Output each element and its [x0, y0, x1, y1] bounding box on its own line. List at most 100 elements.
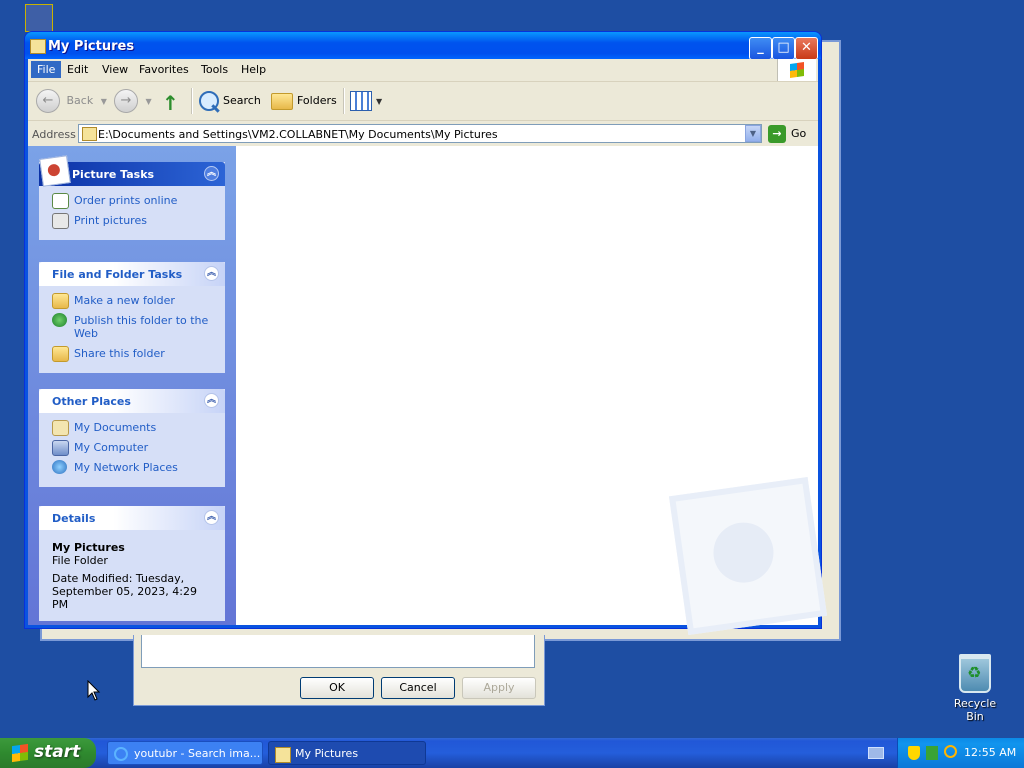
picture-tasks-title: Picture Tasks [72, 168, 155, 181]
task-pane: Picture Tasks ︽ Order prints online Prin… [28, 146, 236, 625]
task-label: Share this folder [74, 347, 165, 360]
up-folder-button[interactable]: ↑ [162, 88, 182, 115]
forward-arrow-icon: → [114, 89, 138, 113]
menu-favorites[interactable]: Favorites [139, 63, 189, 76]
menu-view[interactable]: View [102, 63, 128, 76]
task-label: Print pictures [74, 214, 147, 227]
taskbar: start youtubr - Search ima... My Picture… [0, 738, 1024, 768]
recycle-bin-shortcut[interactable]: Recycle Bin [944, 654, 1006, 723]
order-prints-icon [52, 193, 69, 209]
back-dropdown-icon[interactable]: ▼ [101, 97, 107, 106]
go-label: Go [791, 127, 807, 140]
toolbar-separator [343, 88, 345, 114]
minimize-button[interactable]: _ [749, 37, 772, 60]
publish-folder-link[interactable]: Publish this folder to the Web [52, 313, 213, 340]
menu-edit[interactable]: Edit [67, 63, 88, 76]
system-tray: 12:55 AM [897, 738, 1024, 768]
my-computer-icon [52, 440, 69, 456]
address-input[interactable]: E:\Documents and Settings\VM2.COLLABNET\… [78, 124, 762, 143]
menu-file[interactable]: File [31, 61, 62, 78]
window-title: My Pictures [48, 39, 135, 54]
file-folder-tasks-panel: File and Folder Tasks ︽ Make a new folde… [39, 262, 225, 373]
new-folder-icon [52, 293, 69, 309]
picture-tasks-panel: Picture Tasks ︽ Order prints online Prin… [39, 155, 225, 240]
folders-label: Folders [297, 94, 337, 107]
my-documents-link[interactable]: My Documents [52, 420, 213, 436]
address-label: Address [32, 128, 76, 141]
forward-dropdown-icon[interactable]: ▼ [146, 97, 152, 106]
taskbar-item-ie-search[interactable]: youtubr - Search ima... [107, 741, 263, 765]
folder-content-area[interactable] [236, 146, 828, 636]
make-new-folder-link[interactable]: Make a new folder [52, 293, 213, 309]
folder-icon [275, 747, 291, 763]
order-prints-link[interactable]: Order prints online [52, 193, 213, 209]
task-label: My Network Places [74, 461, 178, 474]
search-label: Search [223, 94, 261, 107]
task-label: My Computer [74, 441, 149, 454]
apply-button[interactable]: Apply [462, 677, 536, 699]
picture-tasks-icon [39, 155, 71, 187]
folders-icon [271, 92, 293, 110]
maximize-button[interactable]: □ [772, 37, 795, 60]
task-label: Make a new folder [74, 294, 175, 307]
collapse-chevron-icon[interactable]: ︽ [204, 166, 219, 181]
views-button[interactable]: ▼ [350, 88, 382, 114]
folders-button[interactable]: Folders [271, 88, 337, 114]
search-button[interactable]: Search [199, 88, 261, 114]
close-button[interactable]: ✕ [795, 37, 818, 60]
security-shield-icon[interactable] [908, 746, 920, 760]
file-folder-tasks-title: File and Folder Tasks [52, 268, 183, 281]
share-folder-link[interactable]: Share this folder [52, 346, 213, 362]
share-folder-icon [52, 346, 69, 362]
views-icon [350, 91, 372, 111]
views-dropdown-icon: ▼ [376, 97, 383, 106]
printer-icon [52, 213, 69, 229]
search-tray-icon[interactable] [944, 745, 957, 758]
publish-web-icon [52, 313, 67, 327]
file-folder-tasks-header[interactable]: File and Folder Tasks ︽ [39, 262, 225, 286]
title-bar[interactable]: My Pictures _ □ ✕ [25, 32, 821, 60]
windows-logo [777, 59, 816, 81]
ok-button[interactable]: OK [300, 677, 374, 699]
other-places-panel: Other Places ︽ My Documents My Computer … [39, 389, 225, 487]
back-arrow-icon: ← [36, 89, 60, 113]
desktop-icon[interactable] [25, 4, 53, 32]
toolbar: ← Back ▼ → ▼ ↑ Search Folders ▼ [28, 82, 818, 121]
collapse-chevron-icon[interactable]: ︽ [204, 510, 219, 525]
details-item-name: My Pictures [52, 541, 125, 554]
network-icon[interactable] [926, 746, 938, 760]
back-button[interactable]: ← Back ▼ [36, 88, 107, 114]
picture-tasks-header[interactable]: Picture Tasks ︽ [39, 155, 225, 187]
collapse-chevron-icon[interactable]: ︽ [204, 393, 219, 408]
recycle-bin-label: Recycle Bin [953, 697, 997, 723]
address-dropdown-icon[interactable]: ▼ [745, 125, 761, 142]
details-date-modified: Date Modified: Tuesday, September 05, 20… [52, 572, 197, 611]
task-label: Order prints online [74, 194, 178, 207]
cancel-button[interactable]: Cancel [381, 677, 455, 699]
details-header[interactable]: Details ︽ [39, 506, 225, 530]
keyboard-icon[interactable] [868, 747, 884, 759]
my-network-places-link[interactable]: My Network Places [52, 460, 213, 474]
mouse-cursor-icon [87, 680, 101, 701]
address-bar: Address E:\Documents and Settings\VM2.CO… [28, 121, 818, 147]
clock[interactable]: 12:55 AM [964, 746, 1016, 759]
my-computer-link[interactable]: My Computer [52, 440, 213, 456]
menu-help[interactable]: Help [241, 63, 266, 76]
details-item-type: File Folder [52, 554, 108, 567]
details-panel: Details ︽ My Pictures File Folder Date M… [39, 506, 225, 621]
go-button[interactable]: → Go [768, 125, 806, 143]
start-button[interactable]: start [0, 738, 96, 768]
taskbar-item-label: youtubr - Search ima... [134, 747, 261, 760]
dialog-textbox [141, 635, 535, 668]
print-pictures-link[interactable]: Print pictures [52, 213, 213, 229]
toolbar-separator [191, 88, 193, 114]
menu-tools[interactable]: Tools [201, 63, 228, 76]
window-folder-icon [30, 39, 46, 54]
collapse-chevron-icon[interactable]: ︽ [204, 266, 219, 281]
other-places-header[interactable]: Other Places ︽ [39, 389, 225, 413]
go-arrow-icon: → [768, 125, 786, 143]
taskbar-item-my-pictures[interactable]: My Pictures [268, 741, 426, 765]
forward-button[interactable]: → ▼ [114, 88, 152, 114]
taskbar-item-label: My Pictures [295, 747, 359, 760]
windows-flag-icon [790, 62, 804, 78]
